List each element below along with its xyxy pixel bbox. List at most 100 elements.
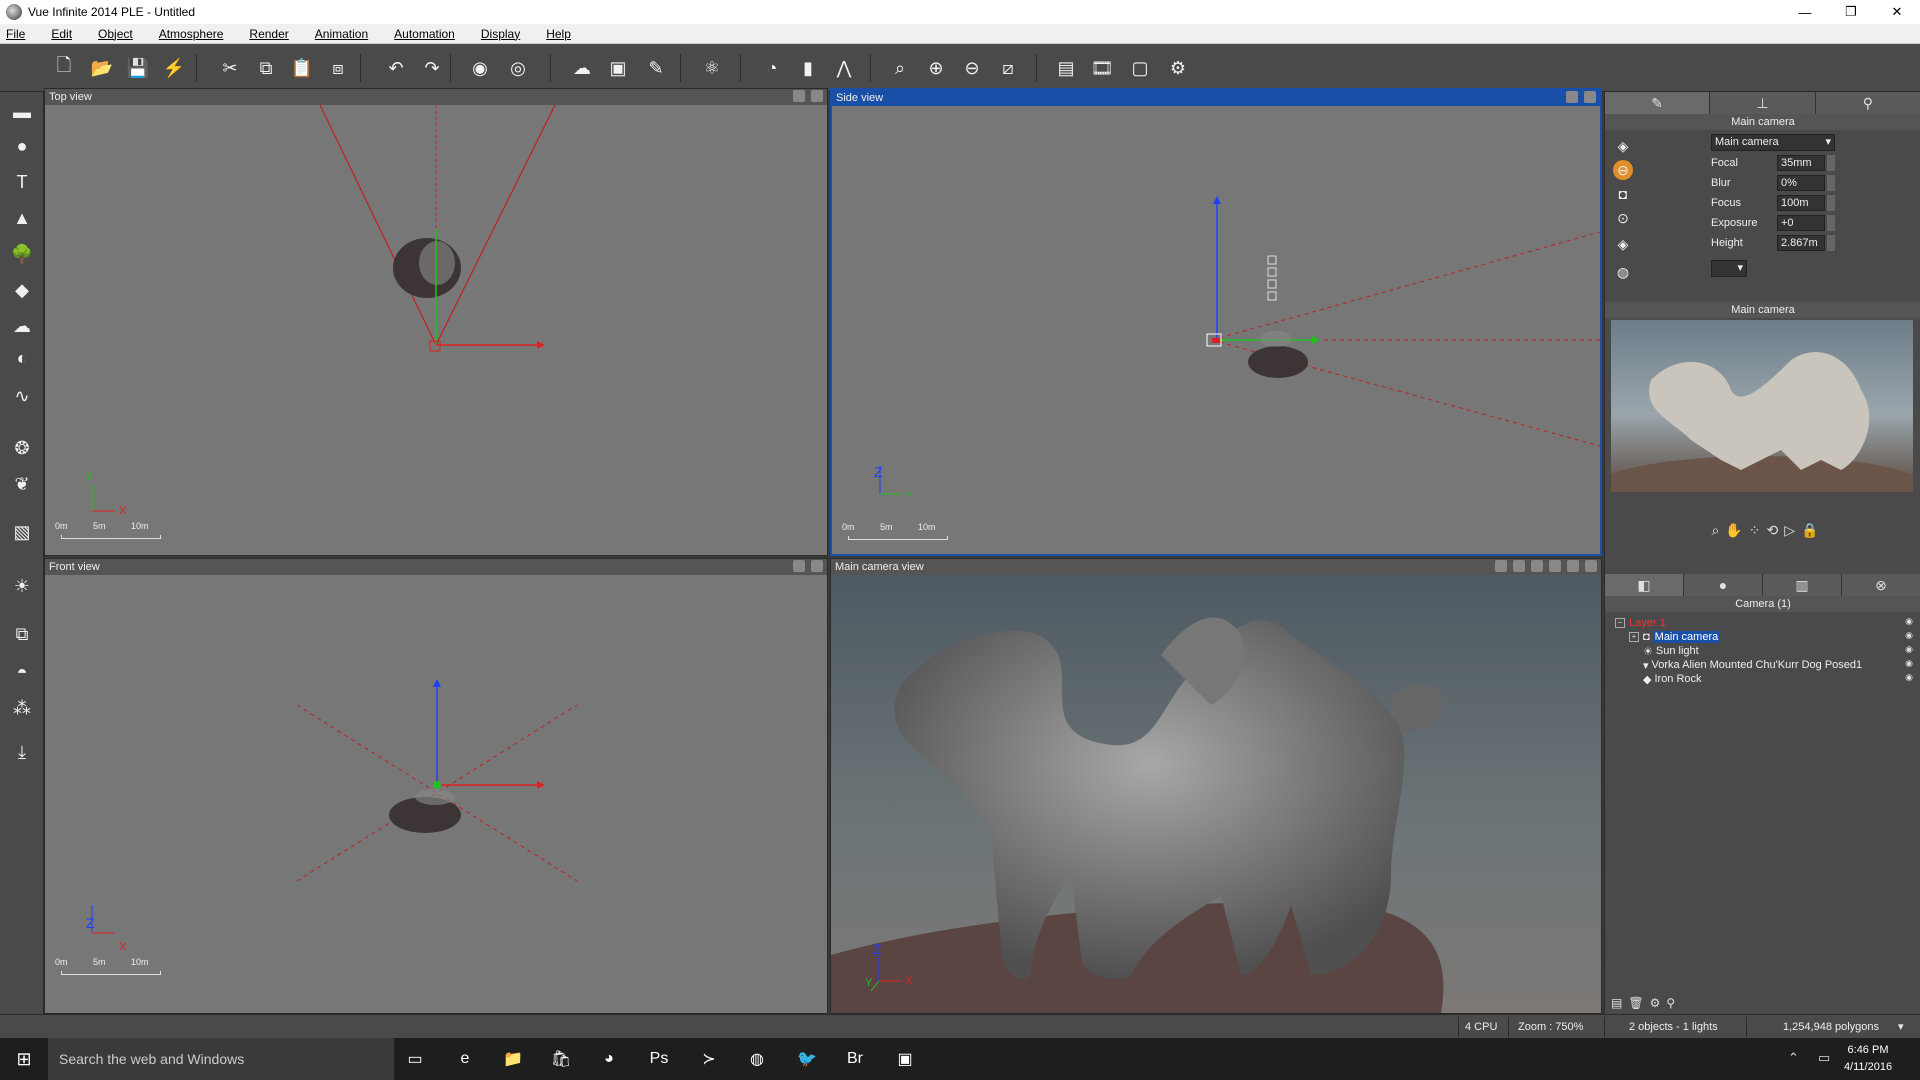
camera-target-icon[interactable]: ⊙ (1613, 208, 1633, 228)
minimize-button[interactable]: — (1782, 0, 1828, 24)
focal-field[interactable]: 35mm (1777, 155, 1825, 171)
new-layer-icon[interactable]: ▤ (1611, 996, 1622, 1010)
rock-icon[interactable]: ◆ (8, 276, 36, 304)
tree-item-sun-light[interactable]: ☀ Sun light (1643, 644, 1699, 658)
tree-icon[interactable]: 🌳 (8, 240, 36, 268)
objects-tab-icon[interactable]: ◧ (1605, 574, 1684, 596)
terminal-icon[interactable]: ≻ (692, 1044, 726, 1074)
color-balls-icon[interactable]: ⚛ (698, 54, 726, 82)
paste-icon[interactable]: 📋 (288, 54, 316, 82)
camera-nav-icon[interactable] (1549, 560, 1561, 572)
chevron-down-icon[interactable]: ▾ (1898, 1019, 1904, 1035)
camera-select[interactable]: Main camera ▾ (1711, 134, 1835, 151)
lock-icon[interactable]: 🔒 (1801, 522, 1818, 552)
aspect-tab-icon[interactable]: ✎ (1605, 92, 1711, 114)
eye-icon[interactable]: ◉ (1905, 644, 1913, 655)
boolean-icon[interactable]: ◓ (8, 658, 36, 686)
redo-icon[interactable]: ↷ (418, 54, 446, 82)
undo-icon[interactable]: ↶ (382, 54, 410, 82)
exposure-stepper[interactable] (1827, 215, 1835, 231)
camera-view-render[interactable]: Z X Y (831, 575, 1601, 1013)
tree-item-creature[interactable]: ▾ Vorka Alien Mounted Chu'Kurr Dog Posed… (1643, 658, 1862, 672)
menu-display[interactable]: Display (481, 27, 520, 41)
maximize-button[interactable]: ❐ (1828, 0, 1874, 24)
camera-icon[interactable]: ◔ (758, 54, 786, 82)
height-field[interactable]: 2.867m (1777, 235, 1825, 251)
tree-item-layer[interactable]: − Layer 1 (1615, 616, 1666, 630)
view-options-icon[interactable] (1584, 91, 1596, 103)
blur-stepper[interactable] (1827, 175, 1835, 191)
pan-icon[interactable]: ✋ (1725, 522, 1742, 552)
menu-object[interactable]: Object (98, 27, 133, 41)
timeline-icon[interactable]: 🎞 (1088, 54, 1116, 82)
top-viewport[interactable]: Top view Y X 0m 5m 10m (44, 88, 828, 556)
copy-icon[interactable]: ⧉ (252, 54, 280, 82)
app-icon[interactable]: ▣ (888, 1044, 922, 1074)
render-icon[interactable]: ◉ (466, 54, 494, 82)
materials-tab-icon[interactable]: ● (1684, 574, 1763, 596)
view-options-icon[interactable] (811, 90, 823, 102)
filter-icon[interactable]: ⚲ (1666, 996, 1675, 1010)
filter-select[interactable]: ▾ (1711, 260, 1747, 277)
camera-store-icon[interactable]: ◈ (1613, 234, 1633, 254)
taskbar-search-box[interactable]: Search the web and Windows (48, 1038, 394, 1080)
path-icon[interactable]: ∿ (8, 382, 36, 410)
edge-icon[interactable]: e (448, 1044, 482, 1074)
material-icon[interactable]: ▣ (604, 54, 632, 82)
animation-tab-icon[interactable]: ⚲ (1815, 92, 1920, 114)
height-stepper[interactable] (1827, 235, 1835, 251)
eye-icon[interactable]: ◉ (1905, 672, 1913, 683)
planet-icon[interactable]: ◐ (8, 344, 36, 372)
play-icon[interactable]: ▷ (1784, 522, 1795, 552)
menu-automation[interactable]: Automation (394, 27, 455, 41)
menu-atmosphere[interactable]: Atmosphere (159, 27, 224, 41)
zoom-in-icon[interactable]: ⊕ (922, 54, 950, 82)
chevron-up-icon[interactable]: ⌃ (1788, 1050, 1799, 1066)
box-icon[interactable]: ▧ (8, 518, 36, 546)
numerics-tab-icon[interactable]: ⊥ (1710, 92, 1816, 114)
tree-item-main-camera[interactable]: + ◘ Main camera (1629, 630, 1721, 644)
maximize-view-icon[interactable] (1567, 560, 1579, 572)
camera-focus-icon[interactable]: ⊖ (1613, 160, 1633, 180)
focus-stepper[interactable] (1827, 195, 1835, 211)
maximize-view-icon[interactable] (793, 90, 805, 102)
menu-file[interactable]: File (6, 27, 25, 41)
tree-item-iron-rock[interactable]: ◆ Iron Rock (1643, 672, 1702, 686)
zoom-out-icon[interactable]: ⊖ (958, 54, 986, 82)
windows-start-icon[interactable]: ⊞ (0, 1038, 48, 1080)
side-view-canvas[interactable]: Z Y 0m 5m 10m (832, 106, 1600, 554)
camera-lock-icon[interactable]: ◍ (1613, 262, 1633, 282)
task-view-icon[interactable]: ▭ (398, 1044, 432, 1074)
text-icon[interactable]: T (8, 168, 36, 196)
publish-icon[interactable]: ⚡ (160, 54, 188, 82)
camera-nav-icon[interactable] (1531, 560, 1543, 572)
delete-icon[interactable]: 🗑 (1628, 996, 1643, 1010)
plant-icon[interactable]: ❦ (8, 470, 36, 498)
eye-icon[interactable]: ◉ (1905, 658, 1913, 669)
view-options-icon[interactable] (1585, 560, 1597, 572)
photoshop-icon[interactable]: Ps (642, 1044, 676, 1074)
menu-animation[interactable]: Animation (315, 27, 368, 41)
safe-frame-icon[interactable]: ▢ (1126, 54, 1154, 82)
camera-nav-icon[interactable] (1513, 560, 1525, 572)
import-icon[interactable]: ⤓ (8, 738, 36, 766)
new-icon[interactable]: 🗋 (50, 54, 78, 82)
focus-field[interactable]: 100m (1777, 195, 1825, 211)
metablob-icon[interactable]: ⁂ (8, 694, 36, 722)
atmosphere-icon[interactable]: ☁ (568, 54, 596, 82)
twitter-icon[interactable]: 🐦 (790, 1044, 824, 1074)
menu-help[interactable]: Help (546, 27, 571, 41)
view-options-icon[interactable] (811, 560, 823, 572)
save-icon[interactable]: 💾 (124, 54, 152, 82)
open-icon[interactable]: 📂 (88, 54, 116, 82)
front-view-canvas[interactable]: Z X 0m 5m 10m (45, 575, 827, 1013)
bridge-icon[interactable]: Br (838, 1044, 872, 1074)
terrain-icon[interactable]: ▲ (8, 204, 36, 232)
render-preview-icon[interactable]: ▤ (1052, 54, 1080, 82)
explorer-icon[interactable]: 📁 (496, 1044, 530, 1074)
cut-icon[interactable]: ✂ (216, 54, 244, 82)
menu-render[interactable]: Render (249, 27, 288, 41)
focal-stepper[interactable] (1827, 155, 1835, 171)
grid-icon[interactable]: ⁘ (1749, 522, 1761, 552)
store-icon[interactable]: 🛍 (544, 1044, 578, 1074)
